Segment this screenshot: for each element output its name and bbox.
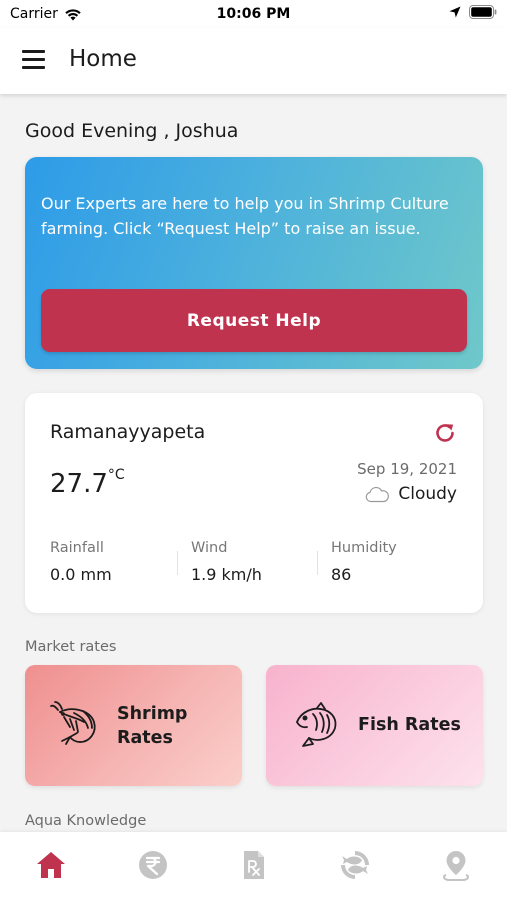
expert-help-card: Our Experts are here to help you in Shri…	[25, 157, 483, 369]
fish-swap-icon[interactable]	[338, 848, 372, 882]
location-pin-icon[interactable]	[439, 848, 473, 882]
cloud-icon	[366, 486, 390, 502]
rainfall-stat: Rainfall 0.0 mm	[50, 540, 112, 584]
humidity-value: 86	[331, 565, 352, 584]
wind-stat: Wind 1.9 km/h	[191, 540, 262, 584]
rainfall-value: 0.0 mm	[50, 565, 112, 584]
weather-location: Ramanayyapeta	[50, 421, 206, 443]
weather-condition: Cloudy	[364, 484, 457, 504]
fish-icon	[296, 702, 337, 747]
greeting-text: Good Evening , Joshua	[25, 120, 239, 142]
wind-value: 1.9 km/h	[191, 565, 262, 584]
temperature-unit: °C	[107, 467, 125, 483]
shrimp-rates-label: Shrimp Rates	[117, 702, 187, 750]
battery-icon	[469, 5, 497, 19]
rainfall-label: Rainfall	[50, 540, 104, 556]
weather-date: Sep 19, 2021	[357, 460, 457, 478]
bottom-navigation	[0, 832, 507, 900]
weather-condition-label: Cloudy	[398, 484, 457, 504]
shrimp-rates-label-line2: Rates	[117, 728, 173, 748]
page-title: Home	[69, 46, 137, 72]
status-bar: Carrier 10:06 PM	[0, 0, 507, 28]
stat-divider	[317, 551, 318, 575]
help-card-text: Our Experts are here to help you in Shri…	[41, 194, 449, 238]
rupee-icon[interactable]	[136, 848, 170, 882]
market-rates-heading: Market rates	[25, 639, 117, 655]
humidity-label: Humidity	[331, 540, 397, 556]
hamburger-menu-icon[interactable]	[22, 50, 48, 72]
prescription-icon[interactable]	[237, 848, 271, 882]
fish-rates-label: Fish Rates	[358, 715, 461, 735]
app-bar: Home	[0, 28, 507, 94]
status-right	[449, 5, 497, 19]
location-arrow-icon	[449, 6, 461, 18]
stat-divider	[177, 551, 178, 575]
weather-card: Ramanayyapeta 27.7°C Sep 19, 2021 Cloudy…	[25, 393, 483, 613]
shrimp-rates-card[interactable]: Shrimp Rates	[25, 665, 242, 786]
shrimp-icon	[50, 701, 96, 745]
fish-rates-card[interactable]: Fish Rates	[266, 665, 483, 786]
humidity-stat: Humidity 86	[331, 540, 397, 584]
weather-temperature: 27.7°C	[50, 467, 125, 499]
request-help-button[interactable]: Request Help	[41, 289, 467, 352]
home-icon[interactable]	[34, 848, 68, 882]
refresh-icon[interactable]	[433, 421, 457, 445]
status-time: 10:06 PM	[216, 6, 291, 22]
wind-label: Wind	[191, 540, 228, 556]
shrimp-rates-label-line1: Shrimp	[117, 704, 188, 724]
temperature-value: 27.7	[50, 469, 108, 499]
aqua-knowledge-heading: Aqua Knowledge	[25, 813, 147, 829]
